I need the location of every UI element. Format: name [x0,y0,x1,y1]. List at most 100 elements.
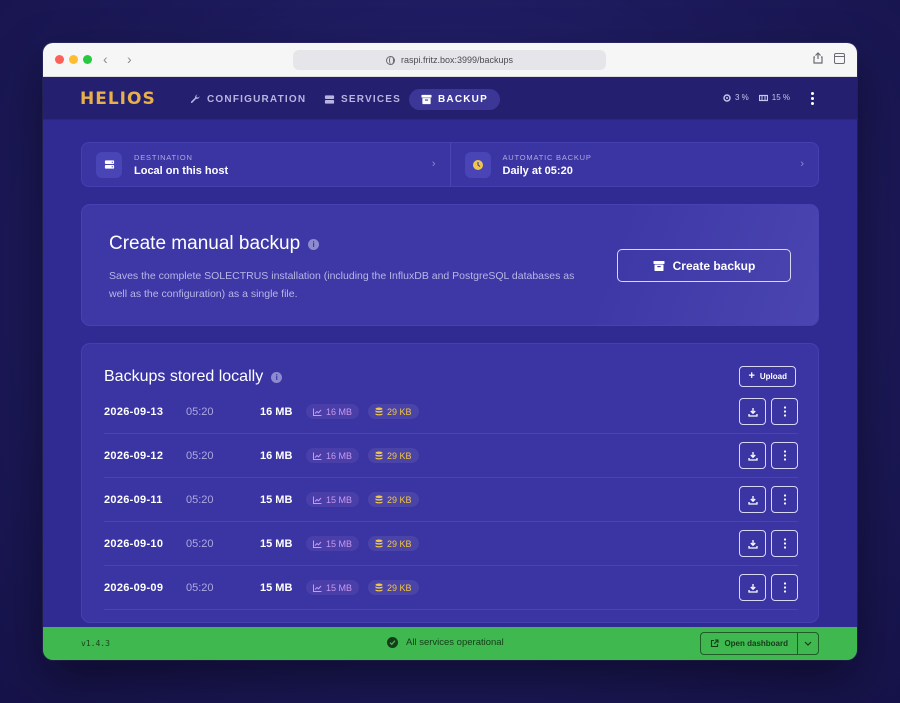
backup-row: 2026-09-10 05:20 15 MB 15 MB 29 KB [104,522,798,566]
create-backup-button[interactable]: Create backup [617,249,791,282]
postgres-size: 29 KB [387,582,412,593]
browser-toolbar: ‹ › raspi.fritz.box:3999/backups [43,43,857,77]
backup-time: 05:20 [186,449,214,462]
download-button[interactable] [739,486,766,513]
chart-line-icon [313,584,322,592]
backup-date: 2026-09-13 [104,405,164,418]
automatic-backup-card[interactable]: AUTOMATIC BACKUP Daily at 05:20 › [449,143,819,186]
backup-summary: DESTINATION Local on this host › AUTOMAT… [81,142,819,187]
stored-backups-heading: Backups stored locally i [104,368,283,386]
external-link-icon [711,639,719,648]
download-icon [747,583,758,593]
row-actions [739,530,798,557]
postgres-size: 29 KB [387,450,412,461]
destination-label: DESTINATION [134,152,193,162]
archive-icon [653,260,665,271]
nav-backup[interactable]: BACKUP [409,89,500,110]
open-dashboard-split-button: Open dashboard [700,632,819,655]
address-bar[interactable]: raspi.fritz.box:3999/backups [293,50,606,70]
nav-services[interactable]: SERVICES [324,89,401,110]
stored-backups-title: Backups stored locally [104,368,264,385]
share-icon[interactable] [813,52,823,64]
close-window-button[interactable] [55,55,64,64]
address-bar-url: raspi.fritz.box:3999/backups [400,55,514,65]
stored-backups-panel: Backups stored locally i + Upload 2026-0… [81,343,819,623]
backup-row: 2026-09-11 05:20 15 MB 15 MB 29 KB [104,478,798,522]
cpu-icon [723,93,731,102]
browser-window: ‹ › raspi.fritz.box:3999/backups HELIOS … [43,43,857,660]
open-dashboard-button[interactable]: Open dashboard [701,633,797,654]
kebab-menu-icon [783,494,786,505]
influxdb-size-badge: 16 MB [306,404,360,419]
postgres-size-badge: 29 KB [368,448,419,463]
database-icon [375,407,383,416]
version-label: v1.4.3 [81,639,110,648]
backup-row: 2026-09-09 05:20 15 MB 15 MB 29 KB [104,566,798,610]
database-icon [375,495,383,504]
backup-row: 2026-09-12 05:20 16 MB 16 MB 29 KB [104,434,798,478]
postgres-size-badge: 29 KB [368,580,419,595]
influxdb-size-badge: 15 MB [306,580,360,595]
backup-time: 05:20 [186,537,214,550]
manual-backup-heading: Create manual backup i [109,233,320,255]
row-menu-button[interactable] [771,486,798,513]
backup-size: 15 MB [260,493,293,506]
info-icon[interactable]: i [308,238,320,250]
backup-date: 2026-09-09 [104,581,164,594]
chevron-down-icon[interactable] [797,633,818,654]
cpu-value: 3 % [734,93,749,102]
download-button[interactable] [739,442,766,469]
info-icon[interactable]: i [271,371,283,383]
automatic-backup-value: Daily at 05:20 [502,164,573,177]
row-menu-button[interactable] [771,398,798,425]
database-icon [375,451,383,460]
postgres-size: 29 KB [387,406,412,417]
tab-overview-icon[interactable] [834,53,845,64]
download-button[interactable] [739,398,766,425]
row-menu-button[interactable] [771,574,798,601]
chart-line-icon [313,540,322,548]
download-button[interactable] [739,530,766,557]
plus-icon: + [748,370,755,382]
wrench-icon [190,94,200,104]
memory-value: 15 % [771,93,790,102]
backup-time: 05:20 [186,405,214,418]
nav-configuration[interactable]: CONFIGURATION [190,89,306,110]
row-menu-button[interactable] [771,442,798,469]
destination-card[interactable]: DESTINATION Local on this host › [82,143,450,186]
main-content: DESTINATION Local on this host › AUTOMAT… [43,120,857,627]
memory-icon [758,94,768,101]
app-menu-kebab-icon[interactable] [811,92,815,107]
clock-icon [464,151,491,178]
manual-backup-description: Saves the complete SOLECTRUS installatio… [109,270,575,300]
services-status: All services operational [387,637,504,648]
postgres-size: 29 KB [387,538,412,549]
database-icon [324,95,335,104]
row-actions [739,442,798,469]
influxdb-size-badge: 16 MB [306,448,360,463]
download-icon [747,451,758,461]
helios-logo[interactable]: HELIOS [80,89,156,109]
upload-button[interactable]: + Upload [739,366,796,387]
row-menu-button[interactable] [771,530,798,557]
open-dashboard-label: Open dashboard [724,639,788,648]
postgres-size-badge: 29 KB [368,536,419,551]
minimize-window-button[interactable] [69,55,78,64]
backup-size: 16 MB [260,449,293,462]
download-button[interactable] [739,574,766,601]
back-arrow-icon[interactable]: ‹ [103,51,108,67]
create-backup-label: Create backup [672,258,756,273]
row-actions [739,398,798,425]
kebab-menu-icon [783,538,786,549]
kebab-menu-icon [783,406,786,417]
memory-stat: 15 % [758,93,790,102]
chevron-right-icon: › [431,158,436,170]
nav-backup-label: BACKUP [438,94,488,105]
kebab-menu-icon [783,582,786,593]
row-actions [739,486,798,513]
row-actions [739,574,798,601]
destination-value: Local on this host [134,164,229,177]
archive-icon [421,94,432,105]
forward-arrow-icon[interactable]: › [127,51,132,67]
zoom-window-button[interactable] [83,55,92,64]
